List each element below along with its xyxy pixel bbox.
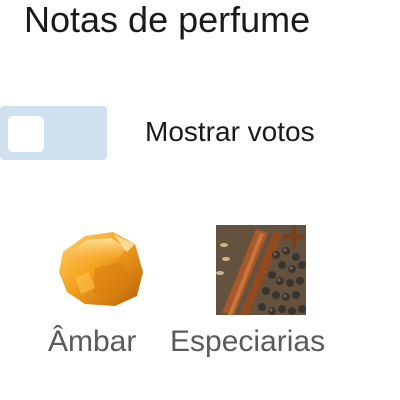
note-label-spices[interactable]: Especiarias (170, 324, 325, 360)
show-votes-row[interactable]: Mostrar votos (0, 104, 400, 160)
amber-stone-image (59, 232, 143, 306)
spices-image (216, 225, 306, 315)
show-votes-label[interactable]: Mostrar votos (145, 114, 315, 150)
note-label-amber[interactable]: Âmbar (48, 324, 136, 360)
toggle-knob[interactable] (8, 116, 44, 152)
page-title: Notas de perfume (24, 0, 311, 40)
show-votes-toggle[interactable] (0, 106, 107, 160)
perfume-notes-screen: Notas de perfume Mostrar votos Âmbar Esp… (0, 0, 400, 400)
